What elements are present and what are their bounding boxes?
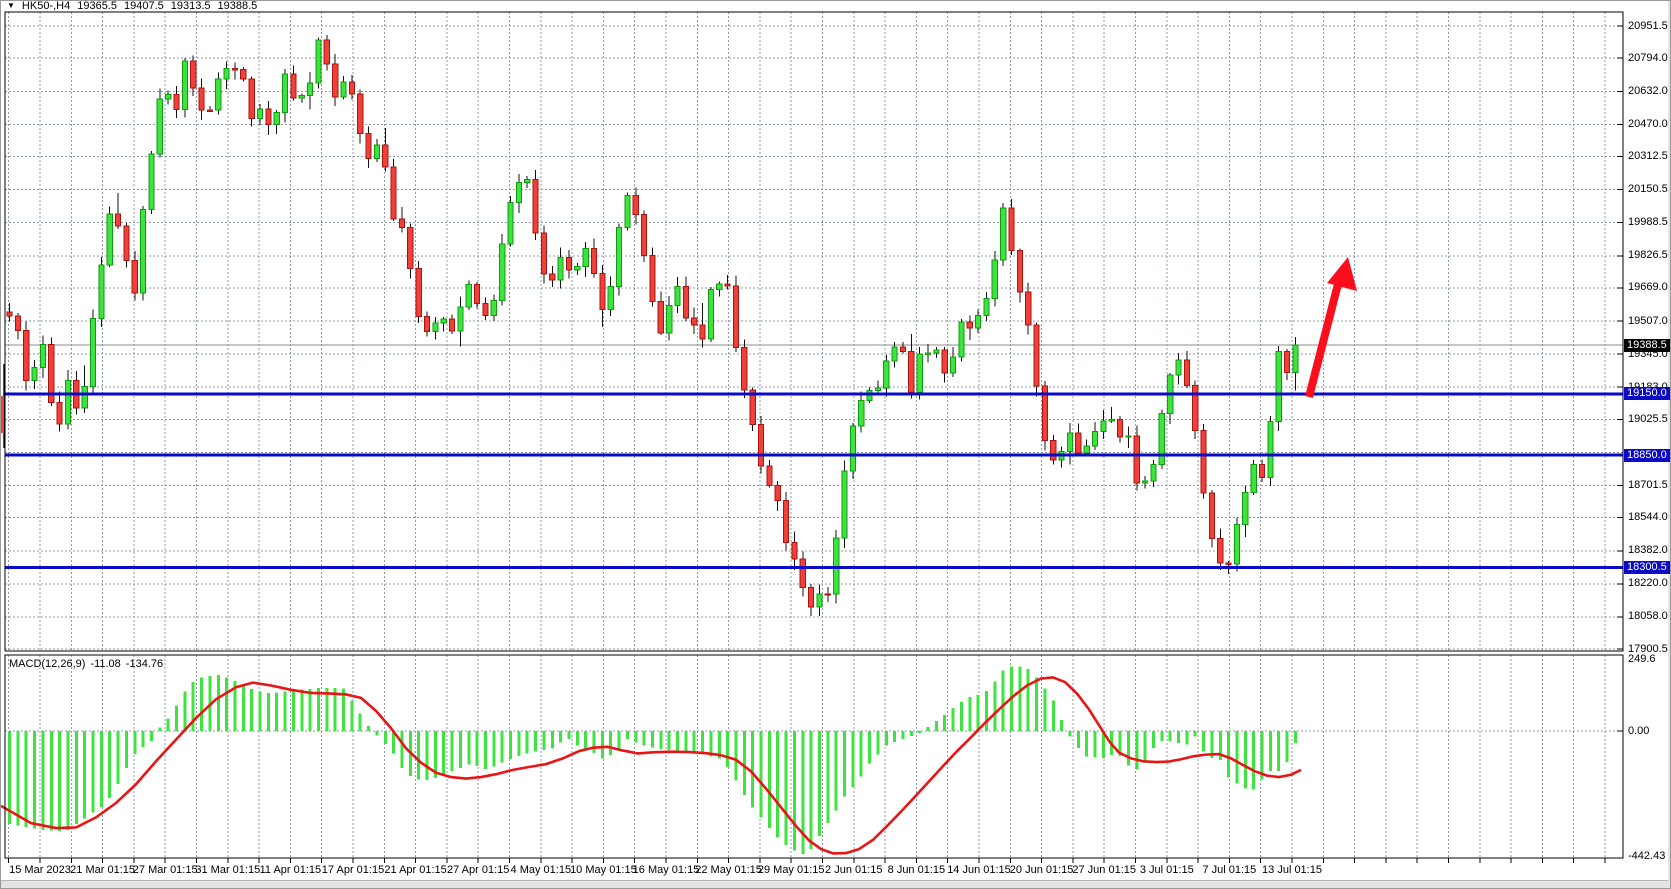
date-label: 21 Apr 01:15 <box>384 864 446 876</box>
date-label: 14 Jun 01:15 <box>947 864 1011 876</box>
level-price-tag: 18300.5 <box>1624 561 1671 574</box>
price-tick-label: 18220.0 <box>1628 577 1668 590</box>
macd-name: MACD(12,26,9) <box>9 658 85 670</box>
price-tick-label: 20632.0 <box>1628 85 1668 98</box>
price-tick-label: 20951.5 <box>1628 20 1668 33</box>
date-label: 20 Jun 01:15 <box>1010 864 1074 876</box>
price-tick-label: 20150.5 <box>1628 183 1668 196</box>
date-label: 27 Apr 01:15 <box>447 864 509 876</box>
price-tick-label: 19025.5 <box>1628 413 1668 426</box>
date-label: 10 May 01:15 <box>570 864 637 876</box>
symbol-timeframe-label: HK50-,H4 <box>22 0 70 12</box>
date-label: 17 Apr 01:15 <box>322 864 384 876</box>
clipped-edge-candle-body <box>1 396 4 433</box>
chart-title-bar: ▼ HK50-,H4 19365.5 19407.5 19313.5 19388… <box>7 0 257 12</box>
price-tick-label: 18382.0 <box>1628 544 1668 557</box>
macd-indicator-label: MACD(12,26,9) -11.08 -134.76 <box>9 658 163 670</box>
macd-main-value: -11.08 <box>90 658 120 670</box>
ohlc-dropdown-icon[interactable]: ▼ <box>7 1 15 11</box>
date-label: 21 Mar 01:15 <box>70 864 135 876</box>
price-tick-label: 20794.0 <box>1628 52 1668 65</box>
quote-close: 19388.5 <box>218 0 258 12</box>
level-price-tag: 18850.0 <box>1624 449 1671 462</box>
chart-window: ▼ HK50-,H4 19365.5 19407.5 19313.5 19388… <box>0 0 1671 889</box>
quote-open: 19365.5 <box>77 0 117 12</box>
date-label: 8 Jun 01:15 <box>888 864 946 876</box>
current-price-tag: 19388.5 <box>1624 339 1671 352</box>
date-label: 27 Jun 01:15 <box>1072 864 1136 876</box>
date-label: 3 Jul 01:15 <box>1140 864 1194 876</box>
window-bottom-strip <box>1 880 1671 889</box>
date-label: 22 May 01:15 <box>695 864 762 876</box>
date-label: 11 Apr 01:15 <box>260 864 322 876</box>
level-price-tag: 19150.0 <box>1624 387 1671 400</box>
macd-tick-zero: 0.00 <box>1628 725 1649 738</box>
price-tick-label: 19507.0 <box>1628 315 1668 328</box>
price-tick-label: 18544.0 <box>1628 511 1668 524</box>
price-tick-label: 20470.0 <box>1628 118 1668 131</box>
date-label: 29 May 01:15 <box>758 864 825 876</box>
price-tick-label: 19826.5 <box>1628 249 1668 262</box>
price-tick-label: 19988.5 <box>1628 216 1668 229</box>
date-label: 31 Mar 01:15 <box>195 864 260 876</box>
price-tick-label: 18058.0 <box>1628 610 1668 623</box>
macd-tick-max: 249.6 <box>1628 653 1656 666</box>
price-tick-label: 18701.5 <box>1628 479 1668 492</box>
macd-signal-value: -134.76 <box>126 658 163 670</box>
macd-tick-min: -442.43 <box>1628 850 1665 863</box>
quote-high: 19407.5 <box>124 0 164 12</box>
date-label: 7 Jul 01:15 <box>1202 864 1256 876</box>
date-label: 16 May 01:15 <box>633 864 700 876</box>
date-label: 2 Jun 01:15 <box>825 864 883 876</box>
price-tick-label: 19669.0 <box>1628 281 1668 294</box>
date-label: 15 Mar 2023 <box>9 864 71 876</box>
date-label: 4 May 01:15 <box>511 864 572 876</box>
chart-plot-area[interactable] <box>1 1 1671 889</box>
price-tick-label: 20312.5 <box>1628 150 1668 163</box>
date-label: 27 Mar 01:15 <box>133 864 198 876</box>
date-label: 13 Jul 01:15 <box>1262 864 1322 876</box>
quote-low: 19313.5 <box>171 0 211 12</box>
